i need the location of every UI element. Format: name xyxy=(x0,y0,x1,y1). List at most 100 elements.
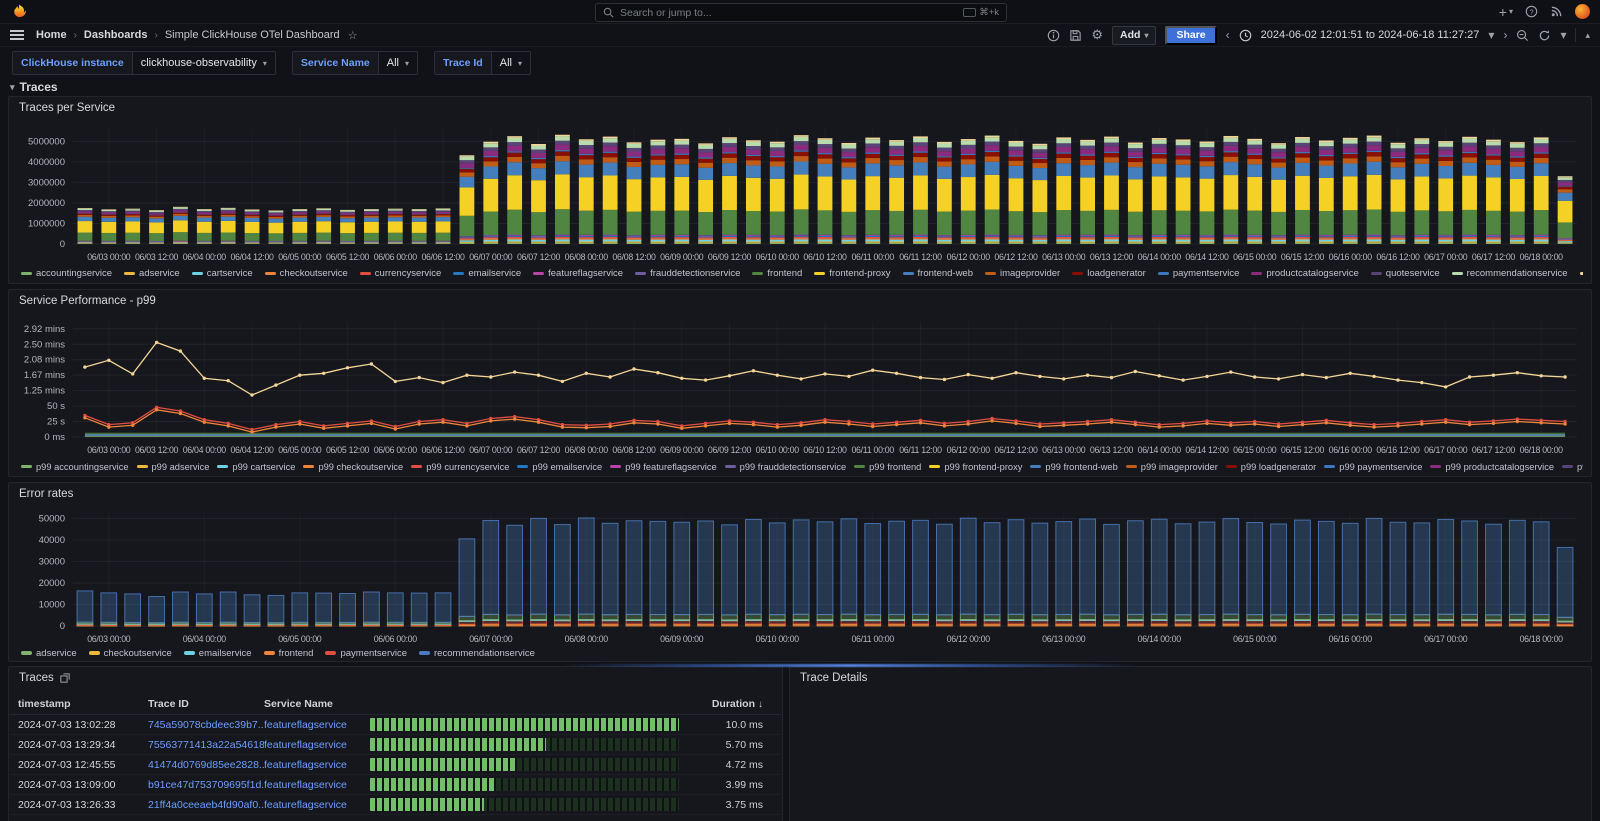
kiosk-collapse-icon[interactable]: ▴ xyxy=(1585,30,1590,41)
cell-trace-id-link[interactable]: b91ce47d753709695f1d... xyxy=(148,779,264,791)
cell-service-link[interactable]: featureflagservice xyxy=(264,799,370,811)
legend-item[interactable]: emailservice xyxy=(184,648,252,659)
legend-item[interactable]: paymentservice xyxy=(1158,268,1240,279)
legend-item[interactable]: frauddetectionservice xyxy=(635,268,740,279)
legend-item[interactable]: p99 emailservice xyxy=(517,462,602,472)
panel-title[interactable]: Traces xyxy=(19,672,70,684)
legend-item[interactable]: checkoutservice xyxy=(265,268,348,279)
cell-service-link[interactable]: featureflagservice xyxy=(264,759,370,771)
svg-text:06/09 12:00: 06/09 12:00 xyxy=(708,252,752,262)
legend-item[interactable]: productcatalogservice xyxy=(1251,268,1358,279)
bar-segment-paymentservice xyxy=(865,621,881,624)
mega-menu-icon[interactable] xyxy=(10,30,24,40)
legend-item[interactable]: p99 accountingservice xyxy=(21,462,129,472)
time-range-picker[interactable]: 2024-06-02 12:01:51 to 2024-06-18 11:27:… xyxy=(1261,29,1480,41)
variable-label[interactable]: Service Name xyxy=(292,51,379,75)
share-button[interactable]: Share xyxy=(1165,26,1216,45)
legend-item[interactable]: p99 quoteservice xyxy=(1562,462,1583,472)
legend-item[interactable]: p99 featureflagservice xyxy=(610,462,716,472)
panel-title[interactable]: Service Performance - p99 xyxy=(19,295,156,307)
time-shift-back-icon[interactable]: ‹ xyxy=(1226,28,1230,42)
legend-item[interactable]: p99 frontend-proxy xyxy=(929,462,1022,472)
bar-segment-loadgenerator xyxy=(388,214,403,215)
dashboard-settings-icon[interactable]: ⚙ xyxy=(1091,27,1103,43)
variable-value-dropdown[interactable]: All▾ xyxy=(379,51,418,75)
cell-trace-id-link[interactable]: 745a59078cbdeec39b7... xyxy=(148,719,264,731)
legend-item[interactable]: p99 frontend xyxy=(854,462,921,472)
row-traces-header[interactable]: ▾ Traces xyxy=(10,80,58,94)
bar-segment-productcatalogservice xyxy=(316,211,331,213)
legend-item[interactable]: checkoutservice xyxy=(89,648,172,659)
grafana-logo-icon[interactable] xyxy=(10,3,28,21)
panel-title[interactable]: Traces per Service xyxy=(19,102,115,114)
legend-item[interactable]: p99 adservice xyxy=(137,462,210,472)
favorite-star-icon[interactable]: ☆ xyxy=(348,29,358,42)
variable-value-dropdown[interactable]: All▾ xyxy=(492,51,531,75)
cell-trace-id-link[interactable]: 41474d0769d85ee2828... xyxy=(148,759,264,771)
cell-service-link[interactable]: featureflagservice xyxy=(264,719,370,731)
time-range-caret-icon[interactable]: ▾ xyxy=(1488,28,1494,42)
legend-item[interactable]: adservice xyxy=(124,268,180,279)
legend-item[interactable]: loadgenerator xyxy=(1072,268,1146,279)
traces-per-service-chart[interactable]: 01000000200000030000004000000500000006/0… xyxy=(17,125,1583,263)
legend-item[interactable]: featureflagservice xyxy=(533,268,623,279)
column-header-duration[interactable]: Duration↓ xyxy=(687,698,771,710)
time-shift-forward-icon[interactable]: › xyxy=(1503,28,1507,42)
legend-item[interactable]: p99 productcatalogservice xyxy=(1430,462,1554,472)
legend-item[interactable]: shippingservice xyxy=(1580,268,1583,279)
legend-item[interactable]: emailservice xyxy=(453,268,521,279)
new-menu-button[interactable]: +▾ xyxy=(1499,5,1513,19)
legend-item[interactable]: frontend xyxy=(264,648,314,659)
bar-segment-frauddetectionservice xyxy=(1176,235,1191,236)
panel-links-icon[interactable] xyxy=(60,673,70,683)
panel-title[interactable]: Error rates xyxy=(19,488,73,500)
variable-label[interactable]: Trace Id xyxy=(434,51,492,75)
zoom-out-time-icon[interactable] xyxy=(1516,29,1529,42)
column-header-trace_id[interactable]: Trace ID xyxy=(148,698,264,710)
p99-chart[interactable]: 0 ms25 s50 s1.25 mins1.67 mins2.08 mins2… xyxy=(17,318,1583,456)
panel-insights-icon[interactable] xyxy=(1047,29,1060,42)
bar-segment-accountingservice xyxy=(770,243,785,244)
legend-item[interactable]: adservice xyxy=(21,648,77,659)
breadcrumb-item[interactable]: Dashboards xyxy=(84,29,148,41)
legend-item[interactable]: accountingservice xyxy=(21,268,112,279)
column-header-timestamp[interactable]: timestamp xyxy=(18,698,148,710)
legend-item[interactable]: p99 frauddetectionservice xyxy=(725,462,846,472)
legend-item[interactable]: p99 currencyservice xyxy=(411,462,509,472)
clock-icon[interactable] xyxy=(1239,29,1252,42)
variable-value-dropdown[interactable]: clickhouse-observability▾ xyxy=(133,51,276,75)
legend-item[interactable]: frontend-proxy xyxy=(814,268,890,279)
cell-trace-id-link[interactable]: 75563771413a22a54618... xyxy=(148,739,264,751)
legend-item[interactable]: p99 checkoutservice xyxy=(303,462,403,472)
panel-title[interactable]: Trace Details xyxy=(800,672,867,684)
legend-item[interactable]: frontend xyxy=(752,268,802,279)
refresh-interval-caret-icon[interactable]: ▾ xyxy=(1560,28,1566,42)
legend-item[interactable]: p99 loadgenerator xyxy=(1226,462,1316,472)
variable-label[interactable]: ClickHouse instance xyxy=(12,51,133,75)
cell-service-link[interactable]: featureflagservice xyxy=(264,779,370,791)
legend-item[interactable]: p99 cartservice xyxy=(217,462,295,472)
legend-item[interactable]: frontend-web xyxy=(903,268,973,279)
legend-item[interactable]: recommendationservice xyxy=(1452,268,1568,279)
save-dashboard-icon[interactable] xyxy=(1069,29,1082,42)
cell-trace-id-link[interactable]: 21ff4a0ceeaeb4fd90af0... xyxy=(148,799,264,811)
cell-service-link[interactable]: featureflagservice xyxy=(264,739,370,751)
legend-item[interactable]: quoteservice xyxy=(1371,268,1440,279)
add-button[interactable]: Add▾ xyxy=(1112,26,1156,45)
legend-item[interactable]: p99 imageprovider xyxy=(1126,462,1218,472)
search-input[interactable]: Search or jump to... ⌘+k xyxy=(595,3,1007,22)
legend-item[interactable]: p99 paymentservice xyxy=(1324,462,1422,472)
legend-item[interactable]: paymentservice xyxy=(325,648,407,659)
news-icon[interactable] xyxy=(1550,5,1563,18)
user-avatar[interactable] xyxy=(1575,4,1590,19)
error-rates-chart[interactable]: 0100002000030000400005000006/03 00:0006/… xyxy=(17,509,1583,645)
breadcrumb-item[interactable]: Home xyxy=(36,29,67,41)
help-icon[interactable]: ? xyxy=(1525,5,1538,18)
legend-item[interactable]: cartservice xyxy=(192,268,253,279)
legend-item[interactable]: recommendationservice xyxy=(419,648,535,659)
refresh-icon[interactable] xyxy=(1538,29,1551,42)
column-header-service[interactable]: Service Name xyxy=(264,698,370,710)
legend-item[interactable]: imageprovider xyxy=(985,268,1060,279)
legend-item[interactable]: currencyservice xyxy=(360,268,442,279)
legend-item[interactable]: p99 frontend-web xyxy=(1030,462,1117,472)
